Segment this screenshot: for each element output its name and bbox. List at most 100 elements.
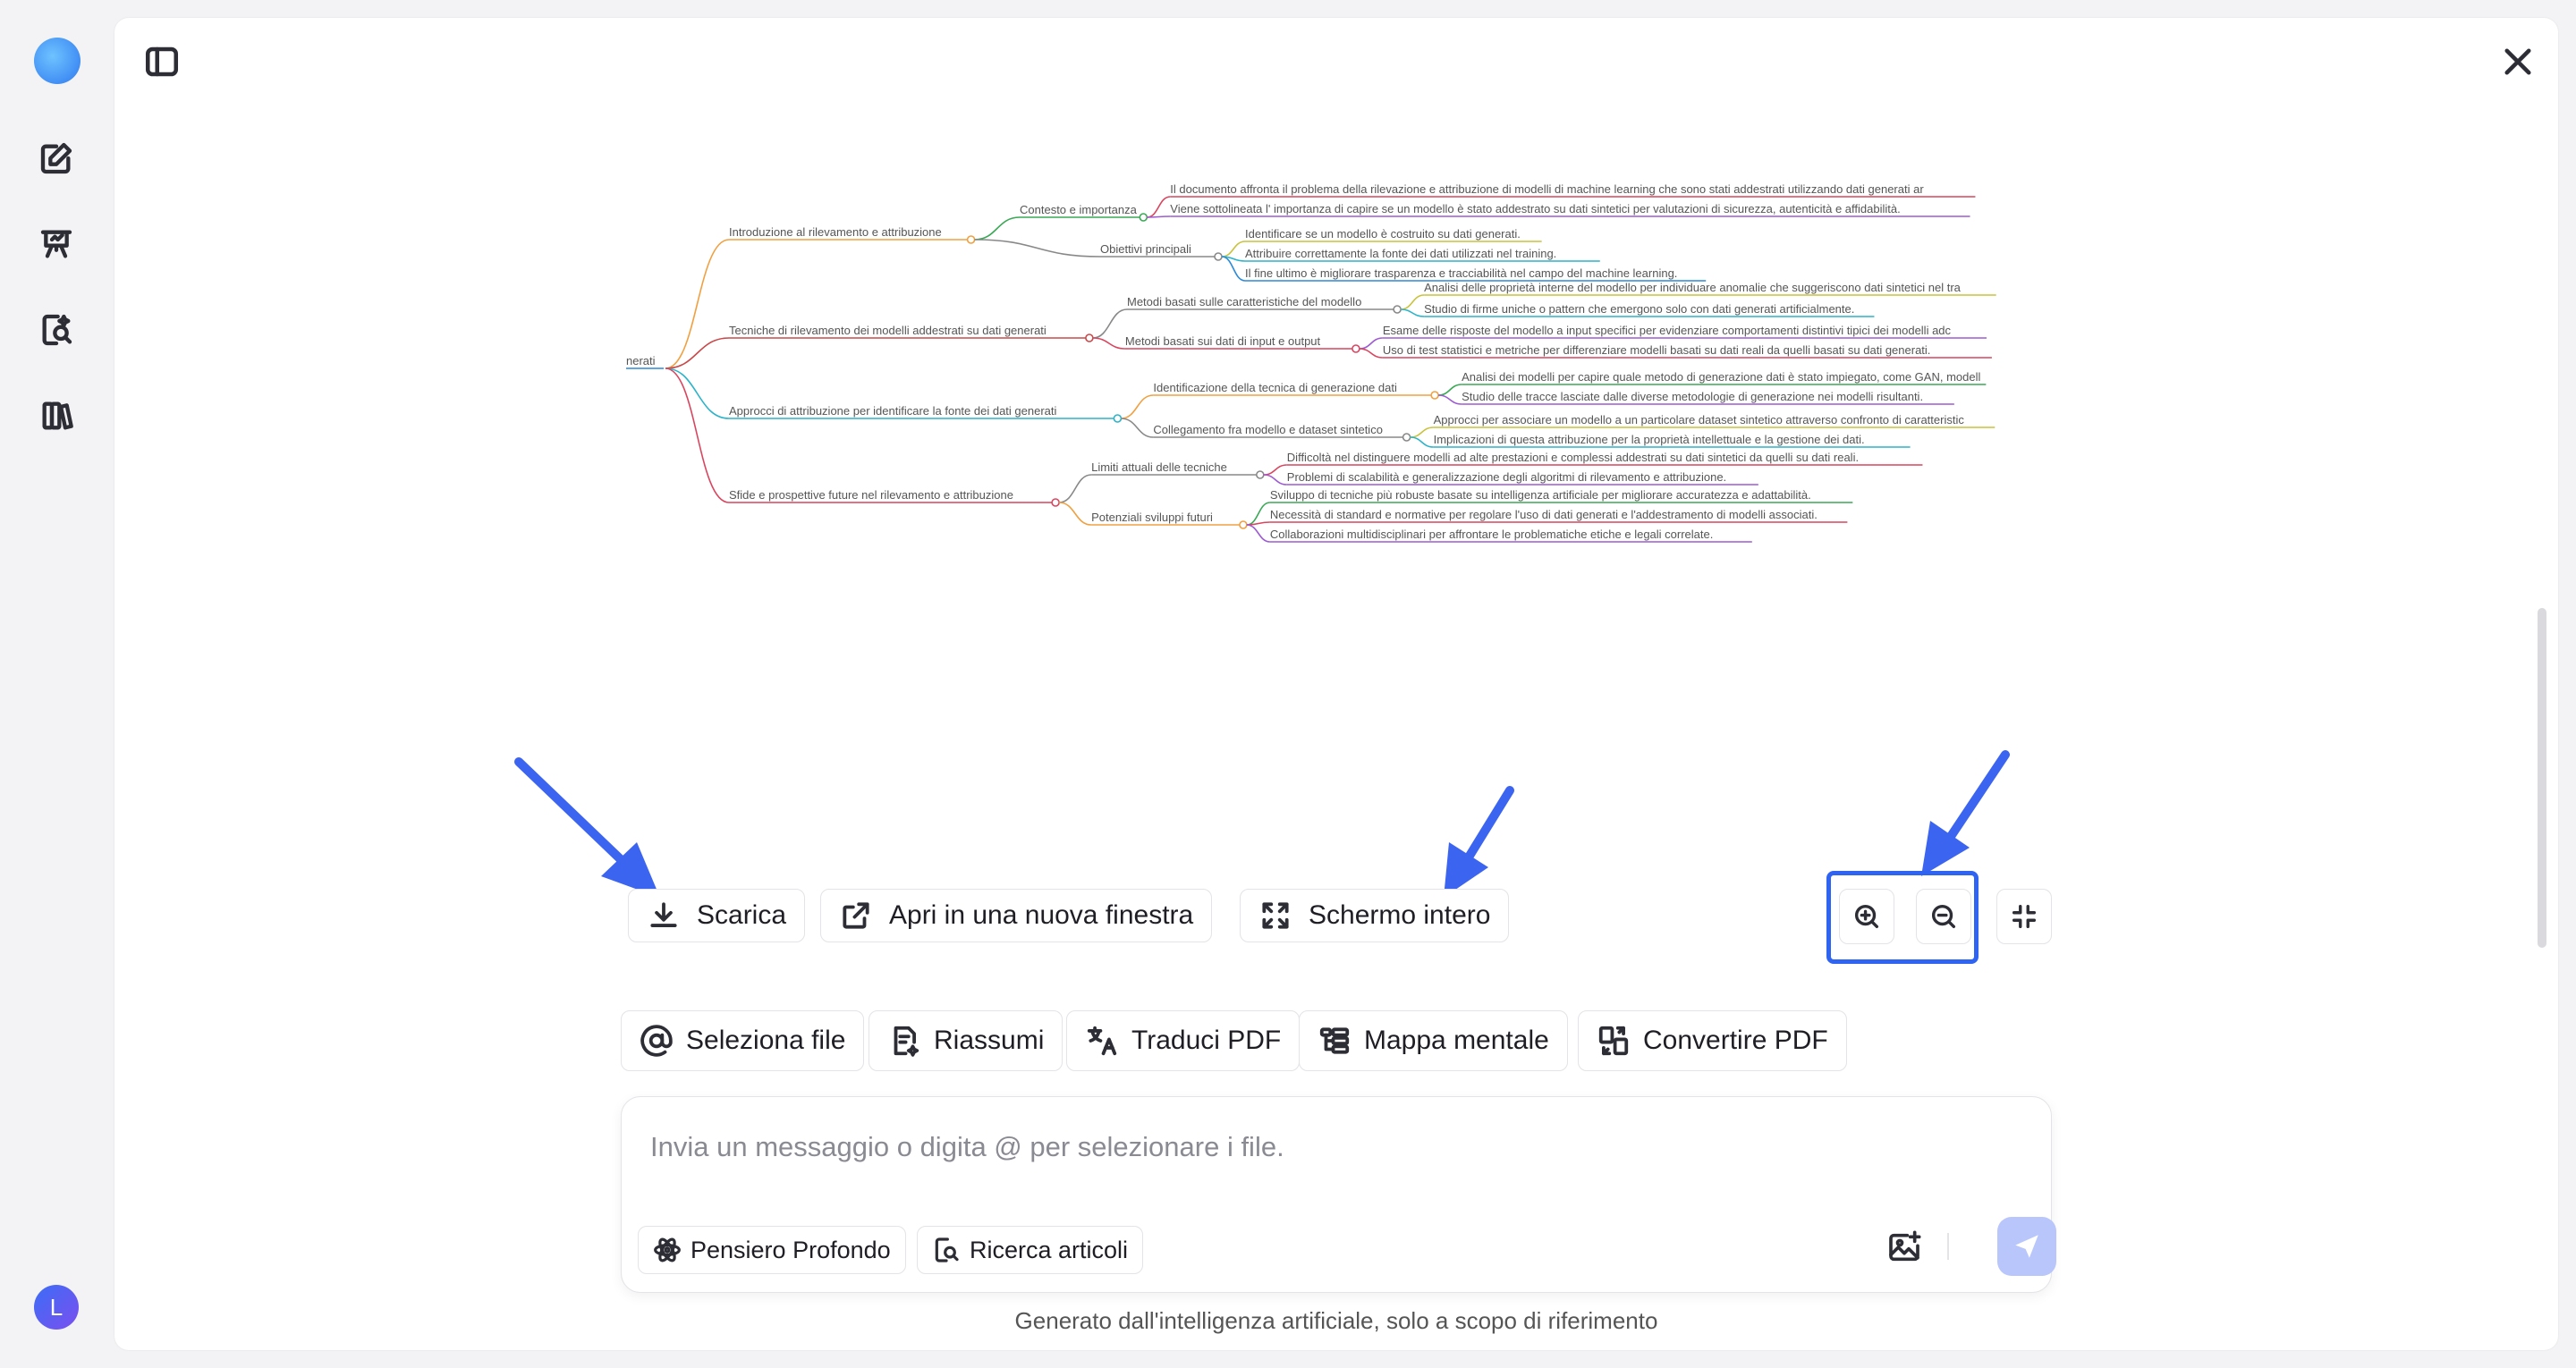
- image-upload-icon[interactable]: [1886, 1229, 1922, 1270]
- chat-input-placeholder: Invia un messaggio o digita @ per selezi…: [650, 1131, 1284, 1162]
- mind-map-leaf: Collaborazioni multidisciplinari per aff…: [1270, 528, 1713, 541]
- mind-map-child: Metodi basati sui dati di input e output: [1125, 334, 1321, 348]
- mind-map-leaf: Esame delle risposte del modello a input…: [1383, 324, 1952, 337]
- summarize-icon: [894, 1026, 919, 1057]
- summarize-label: Riassumi: [934, 1026, 1045, 1055]
- download-label: Scarica: [697, 900, 787, 930]
- mind-map-link: [1058, 474, 1092, 503]
- mind-map-link: [665, 239, 730, 369]
- footer-disclaimer: Generato dall'intelligenza artificiale, …: [1014, 1307, 1658, 1334]
- library-icon[interactable]: [34, 393, 79, 438]
- mind-map-link: [1059, 502, 1092, 526]
- mind-map-leaf: Analisi dei modelli per capire quale met…: [1462, 370, 1980, 384]
- mind-map-link: [1263, 474, 1287, 486]
- mind-map-link: [1438, 394, 1462, 405]
- mind-map-node: [1113, 414, 1123, 423]
- mind-map-root: nerati: [626, 354, 656, 367]
- mind-map-link: [1401, 294, 1425, 310]
- mind-map-node: [1402, 433, 1411, 442]
- mind-map-link: [1410, 426, 1434, 438]
- send-button[interactable]: [1997, 1217, 2056, 1276]
- mind-map-leaf: Attribuire correttamente la fonte dei da…: [1245, 247, 1556, 260]
- deep-thinking-label: Pensiero Profondo: [691, 1236, 891, 1263]
- send-icon: [2015, 1235, 2038, 1258]
- mind-map-branch: Sfide e prospettive future nel rilevamen…: [729, 488, 1013, 502]
- new-chat-icon[interactable]: [34, 136, 79, 181]
- mind-map-node: [1255, 470, 1265, 479]
- mind-map-leaf: Il fine ultimo è migliorare trasparenza …: [1245, 266, 1677, 280]
- chat-input[interactable]: Invia un messaggio o digita @ per selezi…: [621, 1096, 2056, 1293]
- mind-map-link: [974, 239, 1101, 258]
- select-file-button[interactable]: Seleziona file: [621, 1010, 865, 1071]
- deep-thinking-toggle[interactable]: Pensiero Profondo: [638, 1226, 906, 1274]
- mind-map-child: Potenziali sviluppi futuri: [1091, 511, 1213, 524]
- mind-map-link: [1147, 196, 1171, 218]
- mind-map[interactable]: nerati Introduzione al rilevamento e attr…: [626, 179, 2054, 572]
- convert-icon: [1598, 1026, 1629, 1056]
- fullscreen-label: Schermo intero: [1309, 900, 1491, 930]
- mind-map-leaf: Il documento affronta il problema della …: [1170, 182, 1924, 196]
- left-rail: L: [0, 0, 113, 1368]
- mind-map-child: Collegamento fra modello e dataset sinte…: [1153, 423, 1383, 436]
- mind-map-link: [665, 367, 730, 419]
- mind-map-node: [966, 235, 976, 244]
- scrollbar[interactable]: [2538, 608, 2546, 948]
- article-search-toggle[interactable]: Ricerca articoli: [917, 1226, 1144, 1274]
- mind-map-link: [665, 367, 730, 503]
- mind-map-node: [1214, 252, 1223, 261]
- mind-map-leaf: Studio delle tracce lasciate dalle diver…: [1462, 390, 1923, 403]
- article-search-label: Ricerca articoli: [970, 1236, 1129, 1263]
- presentation-icon[interactable]: [34, 222, 79, 266]
- translate-pdf-label: Traduci PDF: [1131, 1026, 1282, 1055]
- translate-pdf-button[interactable]: Traduci PDF: [1066, 1010, 1301, 1071]
- logo-icon[interactable]: [34, 38, 80, 84]
- mind-map-leaf: Uso di test statistici e metriche per di…: [1383, 343, 1931, 357]
- mind-map-icon: [1319, 1027, 1350, 1054]
- mind-map-node: [1139, 213, 1148, 222]
- mind-map-node: [1051, 498, 1060, 507]
- select-file-label: Seleziona file: [686, 1026, 846, 1055]
- mind-map-leaf: Problemi di scalabilità e generalizzazio…: [1287, 470, 1726, 484]
- mind-map-link: [1410, 436, 1434, 448]
- mind-map-link: [1121, 394, 1154, 419]
- sidebar-toggle-icon[interactable]: [143, 43, 181, 85]
- mind-map-node: [1430, 391, 1439, 400]
- mind-map-leaf: Identificare se un modello è costruito s…: [1245, 227, 1521, 241]
- external-link-icon: [843, 902, 869, 929]
- collapse-icon: [2012, 904, 2037, 929]
- download-button[interactable]: Scarica: [628, 889, 806, 942]
- mind-map-link: [1092, 337, 1125, 350]
- close-icon[interactable]: [2499, 43, 2537, 85]
- open-new-window-button[interactable]: Apri in una nuova finestra: [820, 889, 1213, 942]
- at-icon: [640, 1025, 673, 1057]
- mind-map-link: [1401, 308, 1425, 317]
- mind-map-leaf: Viene sottolineata l' importanza di capi…: [1170, 202, 1900, 215]
- mind-map-link: [1359, 337, 1383, 350]
- mind-map-branch: Tecniche di rilevamento dei modelli adde…: [729, 324, 1046, 337]
- mind-map-leaf: Sviluppo di tecniche più robuste basate …: [1270, 488, 1811, 502]
- mind-map-link: [1121, 418, 1154, 438]
- mind-map-child: Obiettivi principali: [1100, 242, 1191, 256]
- mind-map-leaf: Necessità di standard e normative per re…: [1270, 508, 1818, 521]
- mind-map-label: Mappa mentale: [1364, 1026, 1549, 1055]
- mind-map-button[interactable]: Mappa mentale: [1299, 1010, 1568, 1071]
- divider: [1947, 1233, 1949, 1260]
- mind-map-leaf: Analisi delle proprietà interne del mode…: [1424, 281, 1962, 294]
- mind-map-child: Metodi basati sulle caratteristiche del …: [1127, 295, 1361, 308]
- mind-map-child: Contesto e importanza: [1020, 203, 1138, 216]
- mind-map-leaf: Implicazioni di questa attribuzione per …: [1434, 433, 1865, 446]
- fullscreen-button[interactable]: Schermo intero: [1240, 889, 1510, 942]
- article-search-icon: [935, 1237, 959, 1262]
- mind-map-link: [1359, 348, 1383, 359]
- summarize-button[interactable]: Riassumi: [869, 1010, 1063, 1071]
- mind-map-link: [1221, 241, 1246, 258]
- zoom-highlight-box: [1826, 871, 1979, 964]
- search-document-icon[interactable]: [34, 308, 79, 352]
- convert-pdf-button[interactable]: Convertire PDF: [1578, 1010, 1847, 1071]
- fullscreen-icon: [1262, 902, 1289, 929]
- mind-map-child: Identificazione della tecnica di generaz…: [1153, 381, 1397, 394]
- atom-icon: [654, 1237, 681, 1262]
- mind-map-node: [1352, 344, 1360, 353]
- mind-map-branch: Approcci di attribuzione per identificar…: [729, 404, 1056, 418]
- exit-fullscreen-button[interactable]: [1996, 889, 2052, 944]
